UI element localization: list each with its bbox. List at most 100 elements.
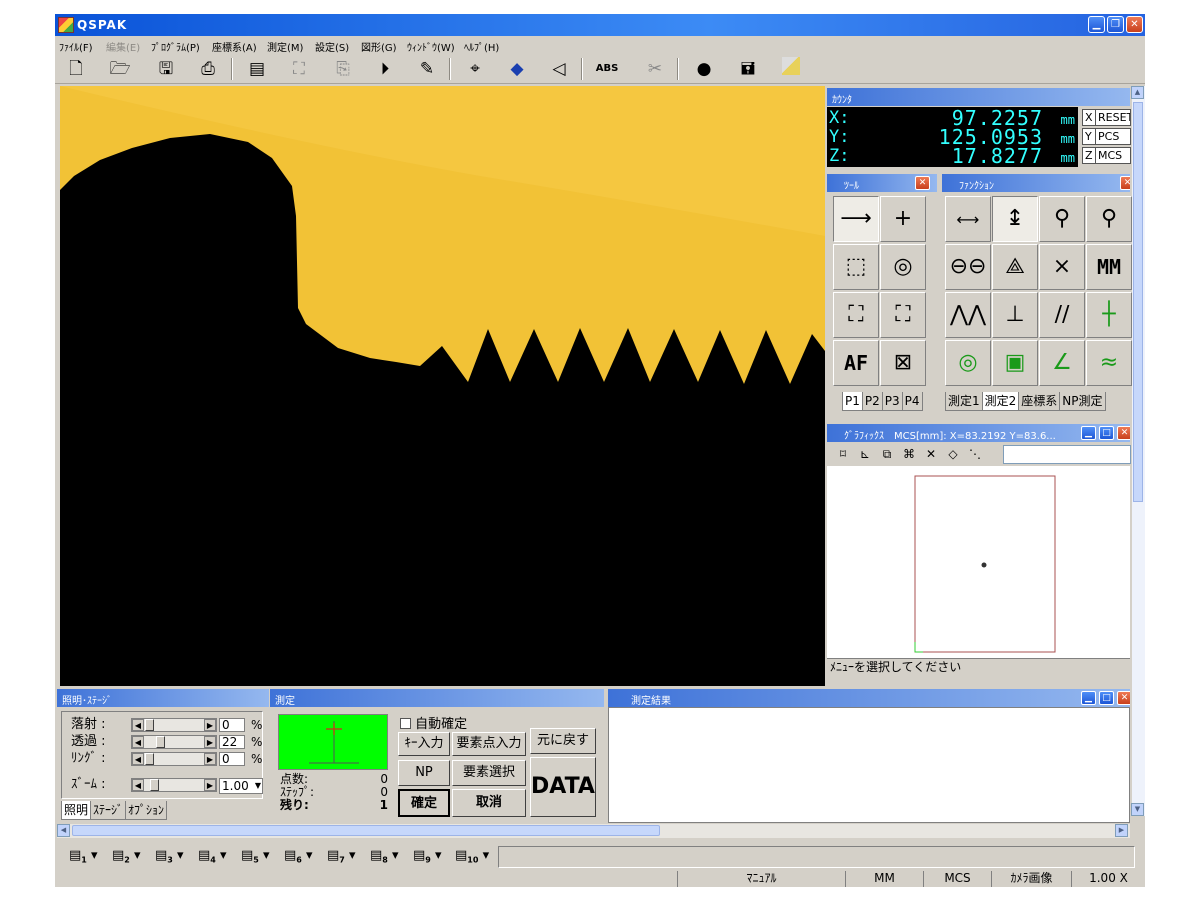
parallel-button[interactable]: ∕∕ xyxy=(1039,292,1085,338)
menu-file[interactable]: ﾌｧｲﾙ(F) xyxy=(59,39,93,54)
undo-button[interactable]: 元に戻す xyxy=(530,728,596,754)
add-element-button[interactable]: ⌖ xyxy=(463,57,487,81)
save-button[interactable]: 🖫 xyxy=(154,57,178,81)
eraser-button[interactable]: ◆ xyxy=(505,57,529,81)
tab-stage[interactable]: ｽﾃｰｼﾞ xyxy=(90,801,127,820)
angle-green-button[interactable]: ∠ xyxy=(1039,340,1085,386)
program-5-button[interactable]: ▤5 ▾ xyxy=(241,847,270,865)
autofocus-button[interactable]: AF xyxy=(833,340,879,386)
result-close-button[interactable]: ✕ xyxy=(1117,691,1130,705)
slider-thumb[interactable] xyxy=(155,736,165,748)
auto-confirm-checkbox[interactable]: 自動確定 xyxy=(400,713,467,732)
result-minimize-button[interactable]: ▁ xyxy=(1081,691,1096,705)
scroll-down-button[interactable]: ▼ xyxy=(1131,803,1144,816)
open-button[interactable]: 🗁 xyxy=(108,57,132,81)
ring-light-value[interactable]: 0 xyxy=(219,752,245,766)
max-min-button[interactable]: MM xyxy=(1086,244,1132,290)
slider-left-arrow-icon[interactable]: ◀ xyxy=(132,736,144,748)
slider-thumb[interactable] xyxy=(145,753,154,765)
slider-thumb[interactable] xyxy=(150,779,159,791)
epi-light-slider[interactable]: ◀ ▶ xyxy=(131,718,217,732)
slider-left-arrow-icon[interactable]: ◀ xyxy=(132,779,144,791)
reset-button[interactable]: RESET xyxy=(1095,109,1131,126)
result-list[interactable] xyxy=(608,707,1130,823)
height-button[interactable]: ↨ xyxy=(992,196,1038,242)
right-vertical-scrollbar[interactable]: ▲ ▼ xyxy=(1131,86,1145,816)
function-close-button[interactable]: ✕ xyxy=(1120,176,1130,190)
minimize-button[interactable]: ▁ xyxy=(1088,16,1105,33)
fit-button[interactable]: ⌑ xyxy=(835,446,851,462)
tab-measure-1[interactable]: 測定1 xyxy=(945,392,983,411)
save-image-button[interactable]: 🖬 xyxy=(736,57,760,81)
disabled-tool-button[interactable]: ✂ xyxy=(643,57,667,81)
box-corner-button[interactable]: ⛶ xyxy=(833,292,879,338)
data-button[interactable]: DATA xyxy=(530,757,596,817)
scroll-thumb[interactable] xyxy=(1133,102,1143,502)
menu-settings[interactable]: 設定(S) xyxy=(315,39,349,54)
menu-shape[interactable]: 図形(G) xyxy=(361,39,397,54)
speaker-button[interactable]: ◁ xyxy=(547,57,571,81)
tab-p3[interactable]: P3 xyxy=(881,392,903,411)
cross-tool-button[interactable]: + xyxy=(880,196,926,242)
trim-button[interactable]: ⊾ xyxy=(857,446,873,462)
slider-right-arrow-icon[interactable]: ▶ xyxy=(204,736,216,748)
line-tool-button[interactable]: ⟶ xyxy=(833,196,879,242)
program-8-button[interactable]: ▤8 ▾ xyxy=(370,847,399,865)
z-axis-button[interactable]: Z xyxy=(1082,147,1096,164)
restore-button[interactable]: ❐ xyxy=(1107,16,1124,33)
max-box-button[interactable]: ⊠ xyxy=(880,340,926,386)
mcs-button[interactable]: MCS xyxy=(1095,147,1131,164)
slider-left-arrow-icon[interactable]: ◀ xyxy=(132,753,144,765)
slider-right-arrow-icon[interactable]: ▶ xyxy=(204,753,216,765)
camera-view[interactable] xyxy=(60,86,825,686)
angle-lines-button[interactable]: ⋀⋀ xyxy=(945,292,991,338)
program-7-button[interactable]: ▤7 ▾ xyxy=(327,847,356,865)
menu-window[interactable]: ｳｨﾝﾄﾞｳ(W) xyxy=(407,39,455,54)
program-9-button[interactable]: ▤9 ▾ xyxy=(413,847,442,865)
epi-light-value[interactable]: 0 xyxy=(219,718,245,732)
np-button[interactable]: NP xyxy=(398,760,450,786)
close-button[interactable]: ✕ xyxy=(1126,16,1143,33)
slider-right-arrow-icon[interactable]: ▶ xyxy=(204,779,216,791)
print-button[interactable]: ⎙ xyxy=(196,57,220,81)
menu-edit[interactable]: 編集(E) xyxy=(106,39,140,54)
graphics-minimize-button[interactable]: ▁ xyxy=(1081,426,1096,440)
key-input-button[interactable]: ｷｰ入力 xyxy=(398,732,450,756)
move-button[interactable]: ⌘ xyxy=(901,446,917,462)
tab-measure-2[interactable]: 測定2 xyxy=(981,392,1020,411)
erase-shape-button[interactable]: ◇ xyxy=(945,446,961,462)
run-program-button[interactable]: ⛶ xyxy=(287,57,311,81)
point-circle-button[interactable]: ⚲ xyxy=(1039,196,1085,242)
program-2-button[interactable]: ▤2 ▾ xyxy=(112,847,141,865)
menu-measure[interactable]: 測定(M) xyxy=(267,39,303,54)
program-name-field[interactable] xyxy=(498,846,1135,868)
element-point-input-button[interactable]: 要素点入力 xyxy=(452,732,526,756)
confirm-button[interactable]: 確定 xyxy=(398,789,450,817)
program-10-button[interactable]: ▤10 ▾ xyxy=(455,847,489,865)
program-3-button[interactable]: ▤3 ▾ xyxy=(155,847,184,865)
result-maximize-button[interactable]: □ xyxy=(1099,691,1114,705)
program-6-button[interactable]: ▤6 ▾ xyxy=(284,847,313,865)
wave-green-button[interactable]: ≈ xyxy=(1086,340,1132,386)
color-button[interactable] xyxy=(779,57,803,81)
circle-tool-button[interactable]: ◎ xyxy=(880,244,926,290)
perpendicular-button[interactable]: ⊥ xyxy=(992,292,1038,338)
abs-button[interactable]: ABS xyxy=(595,57,619,81)
x-axis-button[interactable]: X xyxy=(1082,109,1096,126)
graphics-combo[interactable] xyxy=(1003,445,1131,464)
hscroll-thumb[interactable] xyxy=(72,825,660,836)
edit-program-button[interactable]: ✎ xyxy=(415,57,439,81)
distance-button[interactable]: ⟷ xyxy=(945,196,991,242)
play-button[interactable]: ⏵ xyxy=(373,57,397,81)
graphics-canvas[interactable] xyxy=(827,466,1130,658)
record-button[interactable]: ● xyxy=(692,57,716,81)
ring-light-slider[interactable]: ◀ ▶ xyxy=(131,752,217,766)
tool-close-button[interactable]: ✕ xyxy=(915,176,930,190)
program-1-button[interactable]: ▤1 ▾ xyxy=(69,847,98,865)
trans-light-value[interactable]: 22 xyxy=(219,735,245,749)
tab-p1[interactable]: P1 xyxy=(842,392,863,411)
dimension-button[interactable]: ⋱ xyxy=(967,446,983,462)
graphics-maximize-button[interactable]: □ xyxy=(1099,426,1114,440)
box-corner-alt-button[interactable]: ⛶ xyxy=(880,292,926,338)
program-4-button[interactable]: ▤4 ▾ xyxy=(198,847,227,865)
